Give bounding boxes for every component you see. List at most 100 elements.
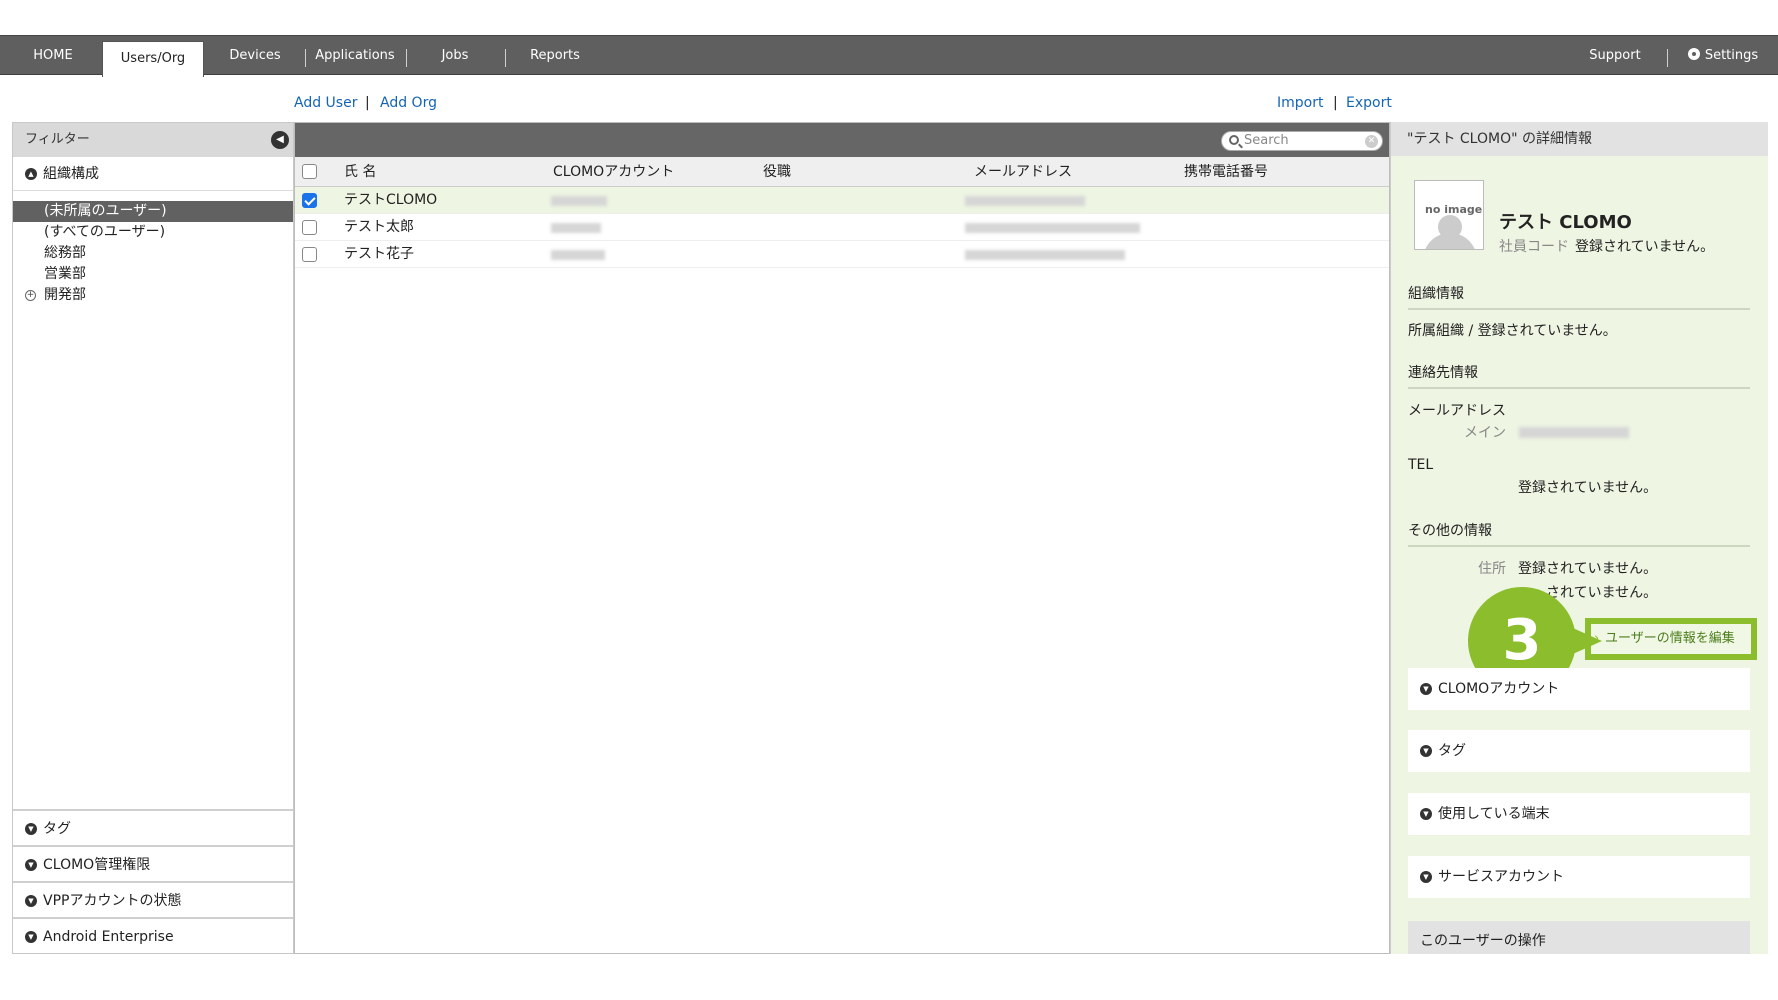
nav-devices[interactable]: Devices [222, 36, 288, 75]
filter-clomo-admin-label: CLOMO管理権限 [43, 857, 151, 873]
filter-vpp-status-label: VPPアカウントの状態 [43, 893, 182, 909]
column-mobile[interactable]: 携帯電話番号 [1184, 157, 1268, 187]
collapse-left-icon[interactable]: ◀ [271, 131, 289, 149]
tree-item-development[interactable]: + 開発部 [13, 285, 293, 306]
user-operations-section: このユーザーの操作 [1408, 921, 1750, 954]
nav-home[interactable]: HOME [20, 36, 86, 75]
redacted-email [1519, 427, 1629, 438]
org-structure-label: 組織構成 [43, 166, 99, 182]
import-link[interactable]: Import [1277, 95, 1323, 111]
accordion-service-account[interactable]: ▼ サービスアカウント [1408, 856, 1750, 898]
chevron-down-icon: ▼ [25, 931, 37, 943]
search-placeholder: Search [1244, 133, 1289, 148]
tel-label: TEL [1408, 457, 1434, 473]
search-input[interactable]: Search ✕ [1221, 131, 1383, 151]
search-icon [1229, 135, 1239, 145]
chevron-down-icon: ▼ [1420, 871, 1432, 883]
chevron-down-icon: ▼ [25, 895, 37, 907]
expand-plus-icon[interactable]: + [25, 290, 36, 301]
link-separator: | [1333, 95, 1338, 111]
nav-settings-label: Settings [1704, 48, 1759, 63]
edit-user-info-button[interactable]: ユーザーの情報を編集 [1585, 618, 1757, 660]
user-detail-panel: "テスト CLOMO" の詳細情報 no image テスト CLOMO 社員コ… [1390, 122, 1768, 954]
filter-android-enterprise[interactable]: ▼ Android Enterprise [13, 917, 293, 953]
org-structure-section[interactable]: ▲ 組織構成 [13, 157, 293, 191]
filter-panel: フィルター ◀ ▲ 組織構成 (未所属のユーザー) (すべてのユーザー) 総務部… [12, 122, 294, 954]
tree-item-sales[interactable]: 営業部 [13, 264, 293, 285]
export-link[interactable]: Export [1346, 95, 1392, 111]
filter-bottom-sections: ▼ タグ ▼ CLOMO管理権限 ▼ VPPアカウントの状態 ▼ Android… [13, 809, 293, 953]
redacted-account [551, 250, 605, 260]
contact-info-section: 連絡先情報 [1408, 362, 1750, 389]
employee-code-label: 社員コード [1499, 239, 1569, 255]
nav-settings[interactable]: Settings [1680, 36, 1766, 75]
row-name: テスト花子 [344, 246, 414, 262]
filter-tags[interactable]: ▼ タグ [13, 809, 293, 845]
filter-title: フィルター [25, 132, 90, 147]
nav-support[interactable]: Support [1580, 36, 1650, 75]
add-org-link[interactable]: Add Org [380, 95, 437, 111]
filter-vpp-status[interactable]: ▼ VPPアカウントの状態 [13, 881, 293, 917]
nav-users-org[interactable]: Users/Org [102, 41, 204, 77]
employee-code-value: 登録されていません。 [1575, 239, 1715, 255]
avatar: no image [1414, 180, 1484, 250]
nav-reports[interactable]: Reports [520, 36, 590, 75]
avatar-body [1423, 233, 1477, 249]
top-nav: HOME Users/Org Devices Applications Jobs… [0, 35, 1778, 77]
accordion-service-account-label: サービスアカウント [1438, 869, 1564, 885]
column-name[interactable]: 氏 名 [344, 157, 376, 187]
row-name: テストCLOMO [344, 192, 438, 208]
other-info-section: その他の情報 [1408, 520, 1750, 547]
tree-item-unassigned[interactable]: (未所属のユーザー) [13, 201, 293, 222]
tree-item-general-affairs[interactable]: 総務部 [13, 243, 293, 264]
redacted-email [965, 223, 1140, 233]
clear-search-icon[interactable]: ✕ [1365, 135, 1378, 148]
no-image-label: no image [1425, 203, 1483, 216]
org-info-section: 組織情報 [1408, 283, 1750, 310]
accordion-tags-label: タグ [1438, 743, 1466, 759]
redacted-account [551, 223, 601, 233]
user-list-panel: Search ✕ 氏 名 CLOMOアカウント 役職 メールアドレス 携帯電話番… [294, 122, 1390, 954]
address-label: 住所 [1478, 561, 1506, 577]
redacted-email [965, 250, 1125, 260]
column-clomo-account[interactable]: CLOMOアカウント [553, 157, 674, 187]
nav-separator [305, 49, 306, 67]
nav-separator [406, 49, 407, 67]
org-value: 所属組織 / 登録されていません。 [1408, 323, 1617, 339]
row-name: テスト太郎 [344, 219, 414, 235]
accordion-devices[interactable]: ▼ 使用している端末 [1408, 793, 1750, 835]
email-main-label: メイン [1464, 425, 1506, 441]
table-row[interactable]: テストCLOMO [295, 187, 1389, 214]
nav-jobs[interactable]: Jobs [420, 36, 490, 75]
address-value: 登録されていません。 [1518, 561, 1658, 577]
column-email[interactable]: メールアドレス [974, 157, 1072, 187]
list-toolbar: Search ✕ [295, 123, 1389, 157]
org-tree: (未所属のユーザー) (すべてのユーザー) 総務部 営業部 + 開発部 [13, 191, 293, 306]
accordion-clomo-account[interactable]: ▼ CLOMOアカウント [1408, 668, 1750, 710]
user-name: テスト CLOMO [1499, 212, 1632, 233]
tree-item-all-users[interactable]: (すべてのユーザー) [13, 222, 293, 243]
tree-item-development-label: 開発部 [44, 287, 86, 303]
nav-separator [1667, 49, 1668, 67]
filter-android-enterprise-label: Android Enterprise [43, 929, 174, 945]
table-row[interactable]: テスト花子 [295, 241, 1389, 268]
select-all-checkbox[interactable] [302, 164, 317, 179]
nav-applications[interactable]: Applications [313, 36, 397, 75]
accordion-tags[interactable]: ▼ タグ [1408, 730, 1750, 772]
email-label: メールアドレス [1408, 403, 1506, 419]
chevron-down-icon: ▼ [25, 859, 37, 871]
row-checkbox[interactable] [302, 220, 317, 235]
redacted-account [551, 196, 607, 206]
table-row[interactable]: テスト太郎 [295, 214, 1389, 241]
row-checkbox[interactable] [302, 247, 317, 262]
column-position[interactable]: 役職 [763, 157, 791, 187]
filter-header: フィルター ◀ [13, 123, 293, 157]
filter-clomo-admin[interactable]: ▼ CLOMO管理権限 [13, 845, 293, 881]
chevron-down-icon: ▼ [1420, 745, 1432, 757]
url-value: されていません。 [1546, 585, 1658, 601]
detail-header: "テスト CLOMO" の詳細情報 [1391, 122, 1768, 156]
accordion-clomo-account-label: CLOMOアカウント [1438, 681, 1560, 697]
nav-separator [505, 49, 506, 67]
add-user-link[interactable]: Add User [294, 95, 357, 111]
row-checkbox[interactable] [302, 193, 317, 208]
